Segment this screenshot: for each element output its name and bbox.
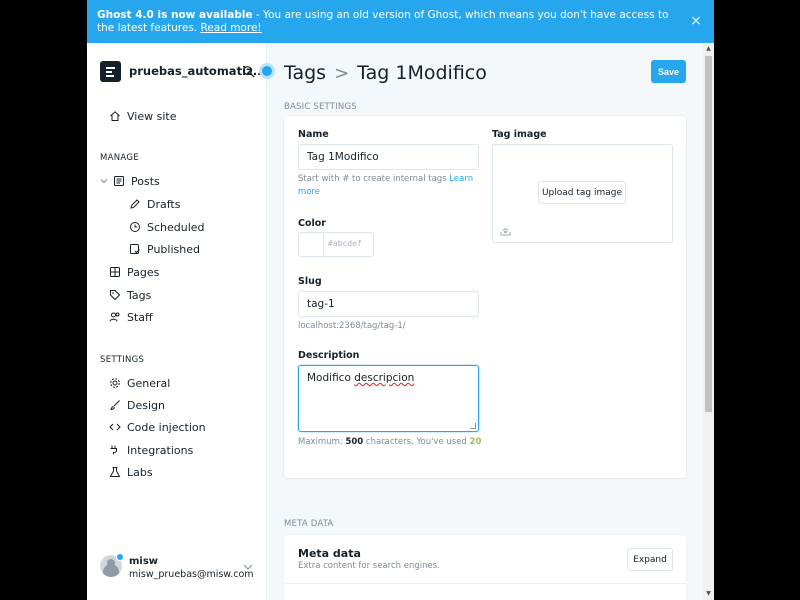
published-icon bbox=[130, 244, 140, 254]
sidebar-item-label: Code injection bbox=[127, 420, 206, 434]
meta-data-title: Meta data bbox=[298, 547, 361, 560]
sidebar-item-posts[interactable]: Posts bbox=[113, 173, 160, 189]
sidebar-item-label: Pages bbox=[127, 265, 160, 279]
count-max: 500 bbox=[345, 437, 364, 447]
sidebar-item-staff[interactable]: Staff bbox=[109, 309, 153, 325]
save-button[interactable]: Save bbox=[651, 60, 686, 83]
sidebar-item-view-site[interactable]: View site bbox=[109, 108, 176, 124]
avatar-status-icon bbox=[116, 553, 124, 561]
sidebar: pruebas_automatiz... View site MANAGE Po… bbox=[87, 43, 275, 600]
scroll-down-icon[interactable]: ▼ bbox=[705, 591, 712, 597]
upload-tag-image-button[interactable]: Upload tag image bbox=[538, 181, 626, 204]
sidebar-item-label: General bbox=[127, 376, 171, 390]
name-help-text: Start with # to create internal tags bbox=[298, 174, 450, 184]
sidebar-item-design[interactable]: Design bbox=[109, 397, 165, 413]
description-label: Description bbox=[298, 350, 360, 361]
close-icon[interactable]: × bbox=[688, 13, 704, 29]
integrations-icon bbox=[110, 445, 117, 455]
divider bbox=[284, 583, 686, 584]
basic-settings-heading: BASIC SETTINGS bbox=[284, 102, 357, 112]
sidebar-item-label: View site bbox=[127, 109, 177, 123]
flask-icon bbox=[109, 467, 121, 477]
tag-icon bbox=[110, 290, 121, 301]
name-input[interactable] bbox=[298, 144, 479, 170]
color-swatch[interactable] bbox=[299, 233, 324, 256]
update-banner: Ghost 4.0 is now available - You are usi… bbox=[87, 0, 714, 43]
description-misspelled-word: descripcion bbox=[354, 372, 415, 384]
breadcrumb-tags-link[interactable]: Tags bbox=[284, 62, 326, 84]
sidebar-item-label: Posts bbox=[131, 174, 160, 188]
expand-button[interactable]: Expand bbox=[627, 548, 673, 571]
breadcrumb-separator-icon: > bbox=[334, 62, 350, 84]
sidebar-item-label: Tags bbox=[127, 288, 152, 302]
sidebar-item-label: Drafts bbox=[147, 197, 181, 211]
resize-handle-icon[interactable] bbox=[470, 423, 476, 429]
scrollbar-thumb[interactable] bbox=[705, 56, 712, 412]
sidebar-item-published[interactable]: Published bbox=[129, 241, 200, 257]
name-label: Name bbox=[298, 129, 329, 140]
sidebar-item-general[interactable]: General bbox=[109, 375, 170, 391]
app-window: Ghost 4.0 is now available - You are usi… bbox=[87, 0, 714, 600]
search-icon[interactable] bbox=[242, 65, 255, 78]
pages-icon bbox=[110, 267, 120, 277]
sidebar-item-labs[interactable]: Labs bbox=[109, 464, 153, 480]
description-word: Modifico bbox=[307, 372, 351, 384]
settings-heading: SETTINGS bbox=[100, 355, 145, 365]
tag-image-label: Tag image bbox=[492, 129, 547, 140]
color-field[interactable]: #abcdef bbox=[298, 232, 374, 257]
meta-data-card: Meta data Extra content for search engin… bbox=[284, 535, 686, 600]
color-placeholder: abcdef bbox=[332, 239, 362, 248]
sidebar-item-label: Integrations bbox=[127, 443, 194, 457]
brush-icon bbox=[110, 400, 120, 410]
sidebar-item-integrations[interactable]: Integrations bbox=[109, 442, 193, 458]
meta-data-subtitle: Extra content for search engines. bbox=[298, 561, 440, 571]
sidebar-item-label: Labs bbox=[127, 465, 153, 479]
count-prefix: Maximum: bbox=[298, 437, 346, 447]
home-icon bbox=[110, 111, 120, 121]
main-content: Tags > Tag 1Modifico Save BASIC SETTINGS… bbox=[268, 43, 703, 600]
clock-icon bbox=[130, 222, 140, 232]
slug-label: Slug bbox=[298, 276, 322, 287]
sidebar-item-label: Published bbox=[147, 242, 200, 256]
pencil-icon bbox=[130, 199, 140, 209]
scroll-up-icon[interactable]: ▲ bbox=[705, 46, 712, 52]
user-name: misw bbox=[129, 556, 159, 567]
sidebar-item-code-injection[interactable]: Code injection bbox=[109, 419, 206, 435]
gear-icon bbox=[110, 378, 120, 388]
banner-title: Ghost 4.0 is now available bbox=[97, 9, 253, 21]
sidebar-item-scheduled[interactable]: Scheduled bbox=[129, 219, 205, 235]
color-label: Color bbox=[298, 218, 326, 229]
sidebar-item-drafts[interactable]: Drafts bbox=[129, 196, 180, 212]
color-hex-field[interactable]: #abcdef bbox=[328, 239, 362, 248]
sidebar-item-label: Design bbox=[127, 398, 165, 412]
meta-data-heading: META DATA bbox=[284, 519, 334, 529]
count-mid: characters. You've used bbox=[363, 437, 470, 447]
sidebar-item-label: Scheduled bbox=[147, 220, 205, 234]
slug-url: localhost:2368/tag/tag-1/ bbox=[298, 321, 406, 331]
staff-icon bbox=[109, 312, 120, 322]
sidebar-item-pages[interactable]: Pages bbox=[109, 264, 159, 280]
name-help: Start with # to create internal tags Lea… bbox=[298, 173, 479, 199]
user-email: misw_pruebas@misw.com bbox=[129, 569, 254, 580]
basic-settings-card: Name Start with # to create internal tag… bbox=[284, 116, 686, 478]
page-title: Tag 1Modifico bbox=[357, 62, 487, 84]
description-textarea[interactable]: Modifico descripcion bbox=[298, 365, 479, 432]
code-icon bbox=[109, 423, 121, 431]
sidebar-item-label: Staff bbox=[127, 310, 153, 324]
user-menu[interactable]: misw misw_pruebas@misw.com bbox=[100, 553, 260, 583]
banner-read-more-link[interactable]: Read more! bbox=[200, 22, 261, 34]
site-logo-icon bbox=[100, 61, 121, 82]
scrollbar[interactable]: ▲ ▼ bbox=[703, 43, 714, 600]
character-count: Maximum: 500 characters. You've used 20 bbox=[298, 437, 481, 447]
count-used: 20 bbox=[469, 437, 482, 447]
manage-heading: MANAGE bbox=[100, 153, 139, 163]
chevron-down-icon[interactable] bbox=[100, 177, 108, 185]
sidebar-item-tags[interactable]: Tags bbox=[109, 287, 151, 303]
tag-image-dropzone[interactable]: Upload tag image bbox=[492, 144, 673, 243]
posts-icon bbox=[114, 176, 124, 186]
breadcrumb: Tags > Tag 1Modifico bbox=[284, 62, 487, 84]
chevron-down-icon bbox=[243, 564, 253, 570]
image-placeholder-icon bbox=[500, 227, 511, 236]
slug-input[interactable] bbox=[298, 291, 479, 317]
